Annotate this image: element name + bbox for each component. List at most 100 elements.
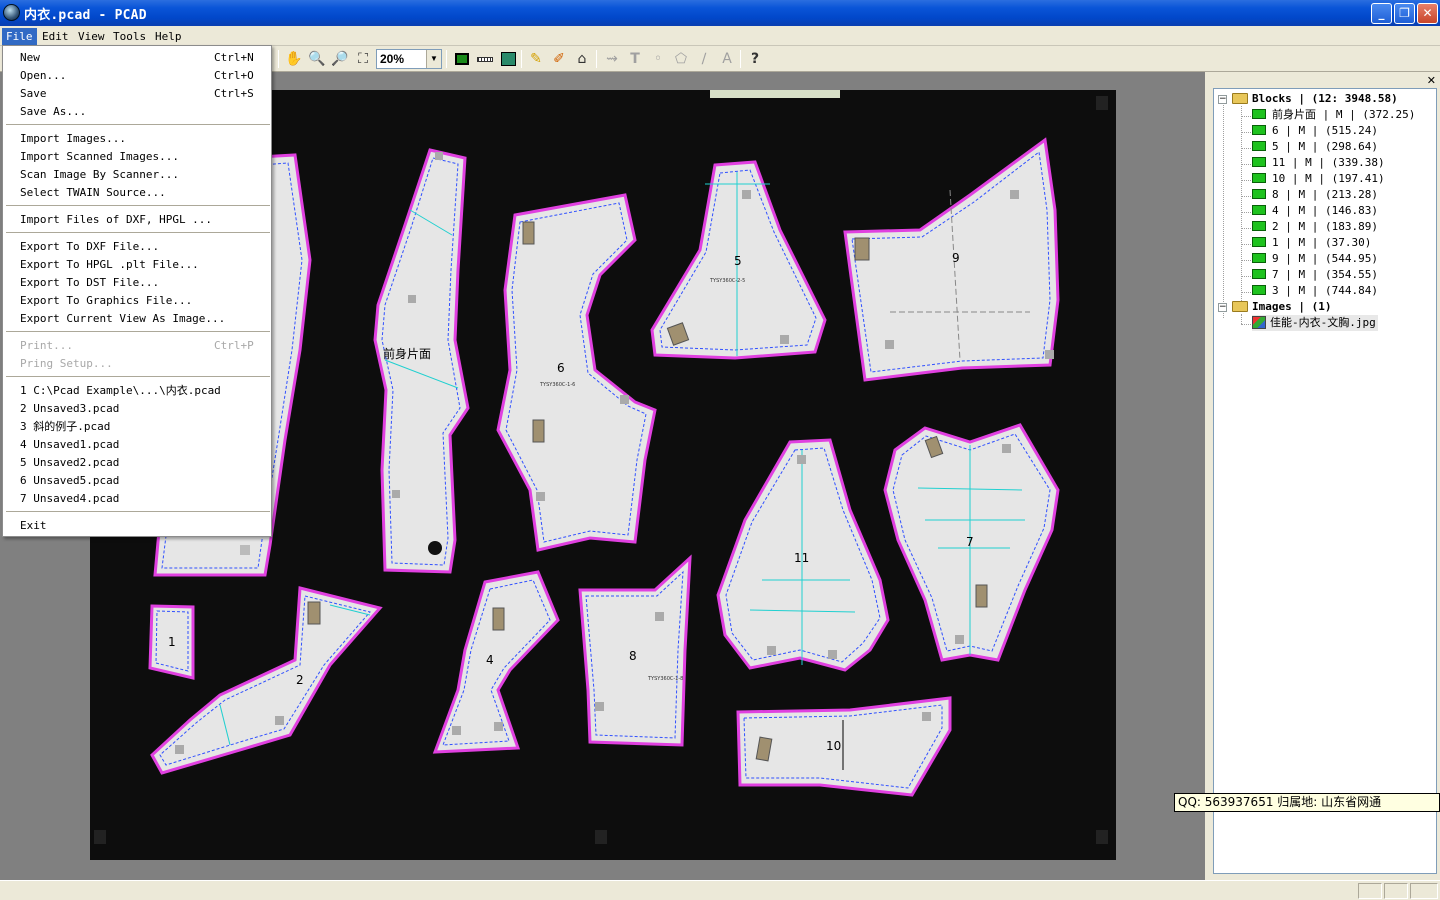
block-icon [1252, 269, 1266, 279]
tree-block-item[interactable]: 9 | M | (544.95) [1252, 251, 1378, 267]
menu-file[interactable]: File [2, 28, 37, 45]
window-title: 内衣.pcad - PCAD [24, 8, 147, 23]
menu-item-export-view-image[interactable]: Export Current View As Image... [3, 310, 271, 328]
menu-item-import-scanned[interactable]: Import Scanned Images... [3, 148, 271, 166]
collapse-images-icon[interactable]: − [1218, 303, 1227, 312]
menu-item-scan-image[interactable]: Scan Image By Scanner... [3, 166, 271, 184]
file-menu-dropdown: New Ctrl+N Open... Ctrl+O Save Ctrl+S Save … [2, 45, 272, 537]
menu-item-recent-1[interactable]: 1 C:\Pcad Example\...\内衣.pcad [3, 382, 271, 400]
label-piece-2: 2 [296, 673, 304, 687]
hole-marker [428, 541, 442, 555]
block-icon [1252, 125, 1266, 135]
menu-item-recent-5[interactable]: 5 Unsaved2.pcad [3, 454, 271, 472]
zoom-select[interactable]: 20% ▼ [376, 49, 442, 69]
block-icon [1252, 173, 1266, 183]
tree-image-item[interactable]: 佳能-内衣-文胸.jpg [1252, 315, 1378, 331]
block-icon [1252, 285, 1266, 295]
menu-help[interactable]: Help [151, 28, 186, 45]
menu-edit[interactable]: Edit [38, 28, 73, 45]
tree-block-item[interactable]: 11 | M | (339.38) [1252, 155, 1385, 171]
status-cell [1410, 883, 1438, 899]
menu-item-export-dxf[interactable]: Export To DXF File... [3, 238, 271, 256]
menu-item-save[interactable]: Save Ctrl+S [3, 85, 271, 103]
text-icon[interactable]: T [625, 49, 645, 69]
magnet [240, 545, 250, 555]
label-piece-11: 11 [794, 551, 809, 565]
pen-icon[interactable]: ∕ [694, 49, 714, 69]
menu-item-recent-2[interactable]: 2 Unsaved3.pcad [3, 400, 271, 418]
restore-button[interactable]: ❐ [1394, 3, 1415, 24]
minimize-button[interactable]: _ [1371, 3, 1392, 24]
menu-item-save-as[interactable]: Save As... [3, 103, 271, 121]
tree-block-item[interactable]: 4 | M | (146.83) [1252, 203, 1378, 219]
block-icon [1252, 109, 1266, 119]
label-piece-6: 6 [557, 361, 565, 375]
svg-text:TYSY360C-1-8: TYSY360C-1-8 [647, 676, 683, 682]
collapse-blocks-icon[interactable]: − [1218, 95, 1227, 104]
menu-bar: File Edit View Tools Help [0, 26, 1440, 46]
zoom-in-icon[interactable]: 🔍 [307, 49, 327, 69]
brush-icon[interactable]: ✎ [526, 49, 546, 69]
help-icon[interactable]: ? [745, 49, 765, 69]
shape-icon[interactable]: ⬠ [671, 49, 691, 69]
menu-item-export-hpgl[interactable]: Export To HPGL .plt File... [3, 256, 271, 274]
label-piece-1: 1 [168, 635, 176, 649]
menu-item-recent-4[interactable]: 4 Unsaved1.pcad [3, 436, 271, 454]
menu-item-import-dxf-hpgl[interactable]: Import Files of DXF, HPGL ... [3, 211, 271, 229]
status-cell [1384, 883, 1408, 899]
tree-block-item[interactable]: 5 | M | (298.64) [1252, 139, 1378, 155]
menu-item-exit[interactable]: Exit [3, 517, 271, 535]
label-piece-8: 8 [629, 649, 637, 663]
tree-block-item[interactable]: 3 | M | (744.84) [1252, 283, 1378, 299]
image-icon [1252, 316, 1266, 329]
folder-icon [1232, 93, 1248, 104]
menu-item-new[interactable]: New Ctrl+N [3, 49, 271, 67]
zoom-out-icon[interactable]: 🔎 [330, 49, 350, 69]
menu-tools[interactable]: Tools [109, 28, 150, 45]
menu-item-recent-3[interactable]: 3 斜的例子.pcad [3, 418, 271, 436]
arrow-line-icon[interactable]: ⇝ [602, 49, 622, 69]
menu-item-import-images[interactable]: Import Images... [3, 130, 271, 148]
tree-images-header[interactable]: Images | (1) [1232, 299, 1331, 315]
tree-block-item[interactable]: 10 | M | (197.41) [1252, 171, 1385, 187]
tree-block-item[interactable]: 7 | M | (354.55) [1252, 267, 1378, 283]
edge-brush-icon[interactable]: ✐ [549, 49, 569, 69]
block-icon [1252, 237, 1266, 247]
label-piece-5: 5 [734, 254, 742, 268]
frame-icon[interactable] [452, 49, 472, 69]
menu-item-open[interactable]: Open... Ctrl+O [3, 67, 271, 85]
zoom-fit-icon[interactable]: ⛶ [353, 49, 373, 69]
block-icon [1252, 205, 1266, 215]
tree-block-item[interactable]: 2 | M | (183.89) [1252, 219, 1378, 235]
ruler-icon[interactable] [475, 49, 495, 69]
folder-icon [1232, 301, 1248, 312]
block-icon [1252, 141, 1266, 151]
polygon-icon[interactable]: ⌂ [572, 49, 592, 69]
close-icon[interactable]: ✕ [1427, 74, 1436, 87]
menu-item-select-twain[interactable]: Select TWAIN Source... [3, 184, 271, 202]
close-button[interactable]: ✕ [1417, 3, 1438, 24]
menu-view[interactable]: View [74, 28, 109, 45]
ruler-strip [710, 90, 840, 98]
tree-block-item[interactable]: 6 | M | (515.24) [1252, 123, 1378, 139]
pan-hand-icon[interactable]: ✋ [284, 49, 304, 69]
image-frame-icon[interactable] [498, 49, 518, 69]
tree-block-item[interactable]: 1 | M | (37.30) [1252, 235, 1371, 251]
menu-item-export-dst[interactable]: Export To DST File... [3, 274, 271, 292]
tree-block-item[interactable]: 8 | M | (213.28) [1252, 187, 1378, 203]
label-piece-4: 4 [486, 653, 494, 667]
label-piece-9: 9 [952, 251, 960, 265]
block-icon [1252, 221, 1266, 231]
menu-item-recent-6[interactable]: 6 Unsaved5.pcad [3, 472, 271, 490]
text-pen-icon[interactable]: A [717, 49, 737, 69]
title-bar: 内衣.pcad - PCAD _ ❐ ✕ [0, 0, 1440, 26]
tree-blocks-header[interactable]: Blocks | (12: 3948.58) [1232, 91, 1398, 107]
app-icon[interactable] [3, 4, 20, 21]
block-icon [1252, 189, 1266, 199]
tree-block-item[interactable]: 前身片面 | M | (372.25) [1252, 107, 1415, 123]
menu-item-recent-7[interactable]: 7 Unsaved4.pcad [3, 490, 271, 508]
menu-item-export-graphics[interactable]: Export To Graphics File... [3, 292, 271, 310]
point-icon[interactable]: ◦ [648, 49, 668, 69]
chevron-down-icon[interactable]: ▼ [426, 50, 441, 68]
label-piece-7: 7 [966, 535, 974, 549]
